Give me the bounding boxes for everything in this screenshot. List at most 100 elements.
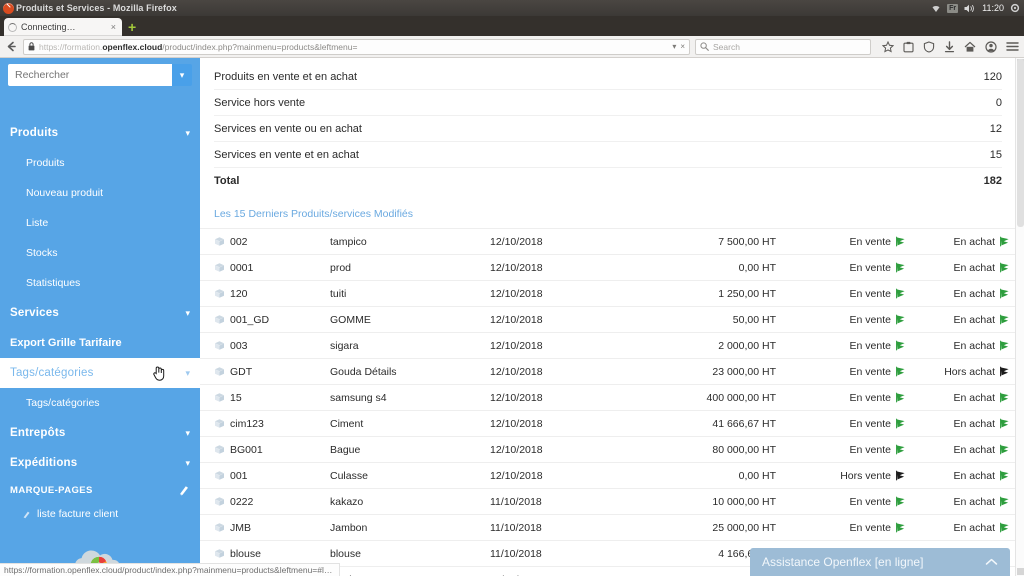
gear-icon[interactable] <box>1010 3 1020 13</box>
window-close-icon[interactable] <box>3 2 14 14</box>
volume-icon[interactable] <box>964 4 976 13</box>
cell-date: 11/10/2018 <box>490 540 620 567</box>
sidebar-item-tags-categories[interactable]: Tags/catégories <box>0 388 200 418</box>
url-dropdown-icon[interactable]: ▾ <box>672 42 676 51</box>
bookmark-star-icon[interactable] <box>882 40 894 53</box>
table-row[interactable]: BG001 Bague 12/10/2018 80 000,00 HT En vente… <box>200 436 1024 463</box>
chevron-down-icon[interactable]: ▾ <box>185 128 190 138</box>
cell-ref[interactable]: 002 <box>200 228 330 255</box>
table-row[interactable]: 120 tuiti 12/10/2018 1 250,00 HT En vente En … <box>200 280 1024 307</box>
cell-ref[interactable]: 120 <box>200 280 330 307</box>
ref-label: cim123 <box>230 417 264 430</box>
bookmark-ribbon-icon <box>22 510 31 519</box>
cell-ref[interactable]: BG001 <box>200 436 330 463</box>
sidebar-group-expeditions[interactable]: Expéditions ▾ <box>0 448 200 478</box>
table-row[interactable]: 001 Culasse 12/10/2018 0,00 HT Hors vente En … <box>200 462 1024 489</box>
table-row[interactable]: JMB Jambon 11/10/2018 25 000,00 HT En vente E… <box>200 514 1024 541</box>
table-row[interactable]: GDT Gouda Détails 12/10/2018 23 000,00 HT En… <box>200 358 1024 385</box>
new-tab-button[interactable]: + <box>128 20 136 34</box>
chevron-down-icon[interactable]: ▾ <box>185 368 190 378</box>
pocket-icon[interactable] <box>903 41 914 53</box>
cell-name[interactable]: blouse <box>330 540 490 567</box>
cell-ref[interactable]: 0222 <box>200 488 330 515</box>
table-row[interactable]: 003 sigara 12/10/2018 2 000,00 HT En vente En… <box>200 332 1024 359</box>
cell-sell-status: En vente <box>790 514 920 541</box>
cell-price: 23 000,00 HT <box>620 358 790 385</box>
sidebar-group-services[interactable]: Services ▾ <box>0 298 200 328</box>
search-input[interactable] <box>8 64 172 86</box>
stat-value: 182 <box>983 175 1002 187</box>
cell-name[interactable]: kakazo <box>330 488 490 515</box>
url-bar[interactable]: https://formation.openflex.cloud/product… <box>23 38 690 55</box>
cell-name[interactable]: Ciment <box>330 410 490 437</box>
bookmark-item-liste-facture-client[interactable]: liste facture client <box>0 502 200 526</box>
cell-name[interactable]: GOMME <box>330 306 490 333</box>
table-row[interactable]: 0222 kakazo 11/10/2018 10 000,00 HT En vente… <box>200 488 1024 515</box>
sidebar-item-produits[interactable]: Produits <box>0 148 200 178</box>
sidebar-group-produits[interactable]: Produits ▾ <box>0 118 200 148</box>
menu-hamburger-icon[interactable] <box>1006 41 1019 52</box>
keyboard-layout-indicator[interactable]: Fr <box>947 3 959 13</box>
chevron-down-icon[interactable]: ▾ <box>185 428 190 438</box>
table-row[interactable]: cim123 Ciment 12/10/2018 41 666,67 HT En ven… <box>200 410 1024 437</box>
assistance-widget[interactable]: Assistance Openflex [en ligne] <box>750 548 1010 576</box>
system-tray: Fr 11:20 <box>931 0 1020 16</box>
sell-status-label: En vente <box>849 391 891 404</box>
sidebar-item-stocks[interactable]: Stocks <box>0 238 200 268</box>
cell-ref[interactable]: 15 <box>200 384 330 411</box>
cell-ref[interactable]: cim123 <box>200 410 330 437</box>
wifi-icon[interactable] <box>931 4 941 13</box>
cell-name[interactable]: sigara <box>330 332 490 359</box>
cell-name[interactable]: Bague <box>330 436 490 463</box>
browser-search-bar[interactable]: Search <box>695 38 871 55</box>
sidebar-item-export-grille-tarifaire[interactable]: Export Grille Tarifaire <box>0 328 200 358</box>
ref-label: 001_GD <box>230 313 270 326</box>
sidebar-search[interactable]: ▾ <box>8 64 192 86</box>
table-row[interactable]: 15 samsung s4 12/10/2018 400 000,00 HT En ve… <box>200 384 1024 411</box>
cell-name[interactable]: tampico <box>330 228 490 255</box>
cell-buy-status: En achat <box>920 384 1024 411</box>
home-icon[interactable] <box>964 41 976 53</box>
browser-tab[interactable]: Connecting… × <box>4 18 122 36</box>
cell-ref[interactable]: 001 <box>200 462 330 489</box>
cell-name[interactable]: Jambon <box>330 514 490 541</box>
tab-close-icon[interactable]: × <box>109 22 118 32</box>
scrollbar-thumb[interactable] <box>1017 59 1024 227</box>
cell-sell-status: En vente <box>790 280 920 307</box>
cell-ref[interactable]: 001_GD <box>200 306 330 333</box>
scrollbar-bottom-square[interactable] <box>1017 568 1024 575</box>
cell-name[interactable]: Culasse <box>330 462 490 489</box>
cell-ref[interactable]: 003 <box>200 332 330 359</box>
chevron-down-icon[interactable]: ▾ <box>172 64 192 86</box>
vertical-scrollbar[interactable] <box>1015 58 1024 576</box>
shield-icon[interactable] <box>923 40 935 53</box>
cell-ref[interactable]: JMB <box>200 514 330 541</box>
account-icon[interactable] <box>985 40 997 53</box>
flag-icon <box>999 418 1010 429</box>
cell-name[interactable]: Atody8 <box>330 566 490 576</box>
section-title[interactable]: Les 15 Derniers Produits/services Modifi… <box>200 194 1024 228</box>
table-row[interactable]: 001_GD GOMME 12/10/2018 50,00 HT En vente En … <box>200 306 1024 333</box>
stop-loading-icon[interactable]: × <box>680 42 685 51</box>
cell-name[interactable]: Gouda Détails <box>330 358 490 385</box>
bookmark-ribbon-icon[interactable] <box>178 484 190 496</box>
cell-sell-status: En vente <box>790 332 920 359</box>
chevron-down-icon[interactable]: ▾ <box>185 308 190 318</box>
cell-ref[interactable]: 0001 <box>200 254 330 281</box>
table-row[interactable]: 002 tampico 12/10/2018 7 500,00 HT En vente E… <box>200 228 1024 255</box>
sidebar-item-statistiques[interactable]: Statistiques <box>0 268 200 298</box>
cell-name[interactable]: tuiti <box>330 280 490 307</box>
sidebar-group-tags-categories[interactable]: Tags/catégories ▾ <box>0 358 200 388</box>
cell-name[interactable]: samsung s4 <box>330 384 490 411</box>
back-arrow-icon[interactable] <box>5 40 18 53</box>
table-row[interactable]: 0001 prod 12/10/2018 0,00 HT En vente En acha… <box>200 254 1024 281</box>
chevron-down-icon[interactable]: ▾ <box>185 458 190 468</box>
sidebar-item-nouveau-produit[interactable]: Nouveau produit <box>0 178 200 208</box>
cell-ref[interactable]: GDT <box>200 358 330 385</box>
chevron-up-icon[interactable] <box>985 558 998 566</box>
sidebar-item-liste[interactable]: Liste <box>0 208 200 238</box>
clock[interactable]: 11:20 <box>982 3 1004 13</box>
cell-name[interactable]: prod <box>330 254 490 281</box>
downloads-icon[interactable] <box>944 40 955 53</box>
sidebar-group-entrepots[interactable]: Entrepôts ▾ <box>0 418 200 448</box>
